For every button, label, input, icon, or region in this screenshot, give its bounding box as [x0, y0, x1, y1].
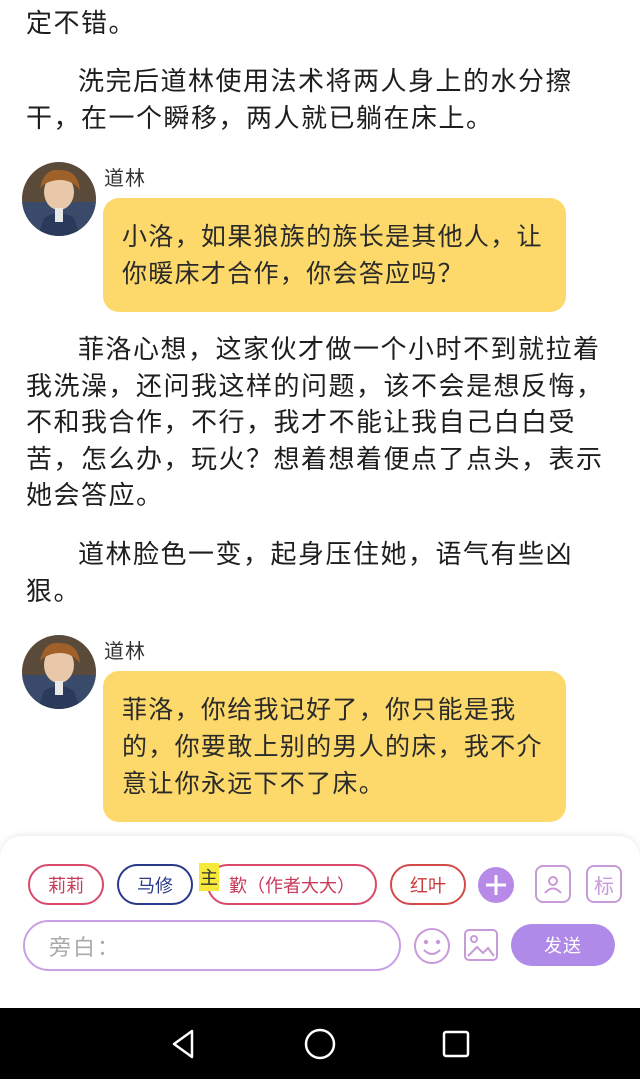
emoji-button[interactable] — [412, 926, 452, 966]
image-icon — [464, 929, 498, 961]
character-chip-lily[interactable]: 莉莉 — [28, 864, 104, 905]
speaker-name: 道林 — [104, 166, 146, 190]
narration-input[interactable]: 旁白： — [23, 920, 401, 971]
story-paragraph: 菲洛心想，这家伙才做一个小时不到就拉着我洗澡，还问我这样的问题，该不会是想反悔，… — [26, 335, 604, 511]
composer-panel: 莉莉 马修 歏（作者大大） 主 红叶 标 旁白： 发送 — [0, 836, 640, 1008]
image-button[interactable] — [462, 926, 500, 964]
plus-icon — [486, 875, 506, 895]
add-character-button[interactable] — [478, 867, 514, 903]
mark-button[interactable]: 标 — [586, 865, 622, 903]
square-recent-icon — [442, 1030, 470, 1058]
nav-home-button[interactable] — [302, 1026, 338, 1062]
contact-card-icon — [544, 876, 562, 894]
system-nav-bar — [0, 1008, 640, 1079]
main-character-tag: 主 — [199, 863, 219, 891]
contact-card-button[interactable] — [535, 865, 571, 903]
story-paragraph: 洗完后道林使用法术将两人身上的水分擦干，在一个瞬移，两人就已躺在床上。 — [26, 67, 574, 134]
story-paragraph: 定不错。 — [26, 9, 137, 39]
triangle-back-icon — [172, 1029, 194, 1059]
character-avatar[interactable] — [22, 635, 96, 709]
story-paragraph: 道林脸色一变，起身压住她，语气有些凶狠。 — [26, 540, 574, 607]
nav-back-button[interactable] — [166, 1026, 202, 1062]
nav-recent-button[interactable] — [438, 1026, 474, 1062]
character-chip-matthew[interactable]: 马修 — [117, 864, 193, 905]
character-avatar[interactable] — [22, 162, 96, 236]
speaker-name: 道林 — [104, 639, 146, 663]
message-bubble: 小洛，如果狼族的族长是其他人，让你暖床才合作，你会答应吗？ — [103, 198, 566, 312]
send-button[interactable]: 发送 — [511, 924, 615, 966]
character-chip-author[interactable]: 歏（作者大大） — [207, 864, 377, 905]
story-area: 定不错。 洗完后道林使用法术将两人身上的水分擦干，在一个瞬移，两人就已躺在床上。… — [0, 0, 640, 840]
circle-home-icon — [304, 1028, 336, 1060]
smiley-icon — [414, 928, 450, 964]
message-bubble: 菲洛，你给我记好了，你只能是我的，你要敢上别的男人的床，我不介意让你永远下不了床… — [103, 671, 566, 822]
character-chip-hongye[interactable]: 红叶 — [390, 864, 466, 905]
